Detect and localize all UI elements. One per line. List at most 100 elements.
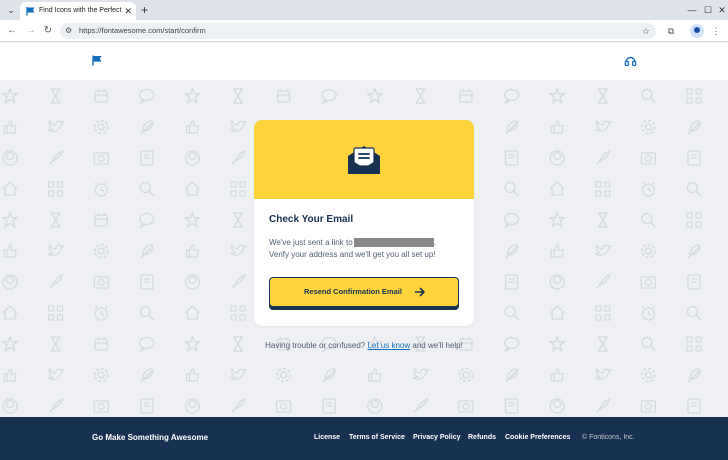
pattern-icon xyxy=(596,274,611,289)
pattern-icon xyxy=(504,150,519,166)
pattern-icon xyxy=(595,181,611,197)
pattern-icon xyxy=(687,368,701,383)
footer-link-license[interactable]: License xyxy=(314,433,340,443)
pattern-icon xyxy=(49,212,62,228)
confirm-email-card: Check Your Email We've just sent a link … xyxy=(254,120,474,326)
pattern-icon xyxy=(140,398,154,414)
pattern-icon xyxy=(184,305,201,320)
pattern-icon xyxy=(275,400,292,413)
pattern-icon xyxy=(232,88,244,104)
pattern-icon xyxy=(276,88,291,103)
kebab-menu-icon[interactable]: ⋮ xyxy=(709,24,723,38)
footer-link-privacy[interactable]: Privacy Policy xyxy=(413,433,460,443)
pattern-icon xyxy=(3,368,17,382)
footer-link-cookies[interactable]: Cookie Preferences xyxy=(505,433,570,443)
support-icon[interactable] xyxy=(624,55,637,68)
tab-search-icon[interactable]: ⌄ xyxy=(4,3,18,17)
pattern-icon xyxy=(140,150,154,166)
address-bar[interactable]: ⚙ https://fontawesome.com/start/confirm … xyxy=(60,23,656,39)
resend-confirmation-button[interactable]: Resend Confirmation Email xyxy=(269,277,459,307)
pattern-icon xyxy=(93,276,109,289)
footer-link-terms[interactable]: Terms of Service xyxy=(349,433,405,443)
pattern-icon xyxy=(687,398,701,414)
pattern-icon xyxy=(184,150,201,166)
pattern-icon xyxy=(641,212,657,228)
pattern-icon xyxy=(230,244,247,256)
profile-icon[interactable] xyxy=(690,24,704,38)
resend-button-label: Resend Confirmation Email xyxy=(304,287,402,296)
pattern-icon xyxy=(641,367,656,383)
bookmark-star-icon[interactable]: ☆ xyxy=(642,25,650,37)
pattern-icon xyxy=(549,398,565,414)
pattern-icon xyxy=(458,400,474,413)
pattern-icon xyxy=(322,398,336,414)
pattern-icon xyxy=(686,88,702,104)
sent-link-prefix: We've just sent a link to xyxy=(269,238,353,247)
forward-icon[interactable]: → xyxy=(24,24,38,38)
pattern-icon xyxy=(184,398,201,414)
pattern-icon xyxy=(231,150,246,165)
new-tab-button[interactable]: + xyxy=(141,2,148,18)
tab-title: Find Icons with the Perfect Look xyxy=(39,7,123,14)
back-icon[interactable]: ← xyxy=(5,24,19,38)
pattern-icon xyxy=(47,368,65,380)
pattern-icon xyxy=(94,88,108,103)
browser-toolbar: ← → ↻ ⚙ https://fontawesome.com/start/co… xyxy=(0,20,728,42)
pattern-icon xyxy=(595,305,611,321)
sent-link-text: We've just sent a link to. xyxy=(269,237,436,249)
help-suffix: and we'll help! xyxy=(412,341,463,350)
pattern-icon xyxy=(140,274,154,290)
pattern-icon xyxy=(2,88,18,104)
pattern-icon xyxy=(414,88,427,104)
pattern-icon xyxy=(595,120,612,132)
pattern-icon xyxy=(503,88,520,104)
reload-icon[interactable]: ↻ xyxy=(41,24,55,38)
pattern-icon xyxy=(48,398,64,413)
pattern-icon xyxy=(459,88,473,103)
card-header-banner xyxy=(254,120,474,199)
pattern-icon xyxy=(139,212,155,228)
pattern-icon xyxy=(47,244,65,256)
minimize-icon[interactable]: — xyxy=(684,3,700,17)
pattern-icon xyxy=(686,181,702,197)
pattern-icon xyxy=(458,367,474,383)
pattern-icon xyxy=(47,120,65,132)
extensions-icon[interactable]: ⧉ xyxy=(664,24,678,38)
pattern-icon xyxy=(687,120,701,135)
pattern-icon xyxy=(230,181,246,197)
pattern-icon xyxy=(367,398,383,414)
pattern-icon xyxy=(231,274,246,289)
pattern-icon xyxy=(595,368,612,380)
pattern-icon xyxy=(93,119,109,135)
card-title: Check Your Email xyxy=(269,214,354,225)
pattern-icon xyxy=(184,274,201,290)
envelope-open-icon xyxy=(348,146,380,174)
pattern-icon xyxy=(641,119,656,135)
pattern-icon xyxy=(94,212,108,227)
pattern-icon xyxy=(504,181,520,197)
contact-link[interactable]: Let us know xyxy=(367,341,410,350)
pattern-icon xyxy=(686,212,702,228)
pattern-icon xyxy=(47,305,64,321)
pattern-icon xyxy=(596,150,611,165)
close-icon[interactable]: ✕ xyxy=(124,5,132,17)
pattern-icon xyxy=(550,120,564,134)
pattern-icon xyxy=(687,150,701,166)
pattern-icon xyxy=(640,400,657,413)
pattern-icon xyxy=(687,274,701,290)
pattern-icon xyxy=(140,120,154,135)
browser-tab[interactable]: Find Icons with the Perfect Look ✕ xyxy=(20,2,136,20)
pattern-icon xyxy=(2,398,18,414)
pattern-icon xyxy=(504,274,519,290)
pattern-icon xyxy=(47,181,64,197)
footer-link-refunds[interactable]: Refunds xyxy=(468,433,496,443)
site-info-icon[interactable]: ⚙ xyxy=(65,26,75,36)
pattern-icon xyxy=(641,181,656,197)
pattern-icon xyxy=(687,244,701,259)
pattern-icon xyxy=(139,305,155,321)
pattern-icon xyxy=(549,88,565,104)
pattern-icon xyxy=(597,88,609,104)
window-close-icon[interactable]: ✕ xyxy=(714,3,728,17)
pattern-icon xyxy=(230,368,247,380)
flag-icon[interactable] xyxy=(92,55,102,66)
